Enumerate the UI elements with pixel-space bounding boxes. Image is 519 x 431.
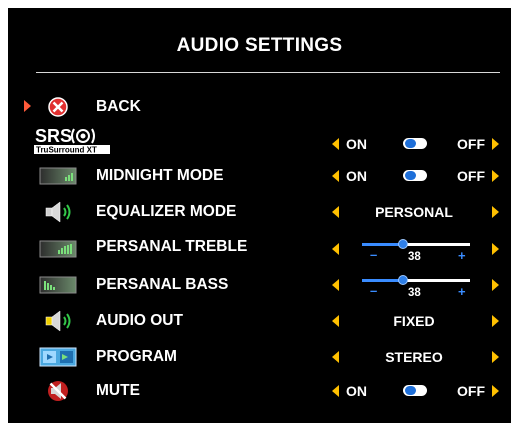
- srs-off-label: OFF: [457, 136, 485, 152]
- mute-next-arrow[interactable]: [492, 385, 499, 397]
- audio-out-next-arrow[interactable]: [492, 315, 499, 327]
- mute-on-label: ON: [346, 383, 367, 399]
- equalizer-value: PERSONAL: [375, 204, 453, 220]
- back-icon: [48, 97, 68, 117]
- back-label: BACK: [96, 98, 141, 115]
- midnight-mode-label: MIDNIGHT MODE: [96, 167, 224, 184]
- treble-icon: [39, 240, 77, 258]
- treble-plus-icon: +: [458, 248, 466, 263]
- treble-next-arrow[interactable]: [492, 243, 499, 255]
- program-next-arrow[interactable]: [492, 351, 499, 363]
- midnight-next-arrow[interactable]: [492, 170, 499, 182]
- treble-slider-thumb[interactable]: [398, 239, 408, 249]
- bass-slider-thumb[interactable]: [398, 275, 408, 285]
- menu-item-back[interactable]: BACK: [8, 92, 511, 122]
- midnight-mode-icon: [39, 167, 77, 185]
- page-title: AUDIO SETTINGS: [176, 35, 343, 56]
- srs-toggle[interactable]: [403, 138, 427, 149]
- menu-item-bass[interactable]: PERSANAL BASS – 38 +: [8, 270, 511, 300]
- program-icon: [39, 347, 77, 367]
- mute-icon: [48, 381, 68, 401]
- treble-minus-icon: –: [370, 247, 378, 262]
- menu-item-srs[interactable]: SRS TruSurround XT ON OFF: [8, 125, 511, 159]
- menu-item-midnight-mode[interactable]: MIDNIGHT MODE ON OFF: [8, 161, 511, 191]
- menu-item-equalizer-mode[interactable]: EQUALIZER MODE PERSONAL: [8, 197, 511, 227]
- treble-slider[interactable]: – 38 +: [362, 234, 484, 264]
- audio-out-value: FIXED: [393, 313, 435, 329]
- bass-slider-fill: [362, 279, 403, 282]
- audio-out-label: AUDIO OUT: [96, 312, 183, 329]
- midnight-on-label: ON: [346, 168, 367, 184]
- selection-arrow-icon: [24, 100, 31, 112]
- srs-logo: SRS TruSurround XT: [33, 125, 113, 155]
- menu-item-mute[interactable]: MUTE ON OFF: [8, 376, 511, 406]
- equalizer-next-arrow[interactable]: [492, 206, 499, 218]
- treble-prev-arrow[interactable]: [332, 243, 339, 255]
- bass-slider[interactable]: – 38 +: [362, 270, 484, 300]
- bass-plus-icon: +: [458, 284, 466, 299]
- title-divider: [36, 72, 500, 73]
- treble-slider-fill: [362, 243, 403, 246]
- srs-logo-subtext: TruSurround XT: [36, 146, 97, 155]
- bass-label: PERSANAL BASS: [96, 276, 229, 293]
- mute-toggle[interactable]: [403, 385, 427, 396]
- menu-item-audio-out[interactable]: AUDIO OUT FIXED: [8, 306, 511, 336]
- menu-item-program[interactable]: PROGRAM STEREO: [8, 342, 511, 372]
- treble-value: 38: [408, 251, 421, 263]
- midnight-prev-arrow[interactable]: [332, 170, 339, 182]
- speaker-icon: [45, 201, 71, 223]
- treble-label: PERSANAL TREBLE: [96, 238, 248, 255]
- equalizer-mode-label: EQUALIZER MODE: [96, 203, 237, 220]
- srs-on-label: ON: [346, 136, 367, 152]
- audio-settings-screen: AUDIO SETTINGS BACK SRS TruSurround XT O…: [8, 8, 511, 423]
- bass-minus-icon: –: [370, 283, 378, 298]
- mute-label: MUTE: [96, 382, 140, 399]
- menu-item-treble[interactable]: PERSANAL TREBLE – 38 +: [8, 234, 511, 264]
- mute-off-label: OFF: [457, 383, 485, 399]
- srs-next-arrow[interactable]: [492, 138, 499, 150]
- bass-icon: [39, 276, 77, 294]
- srs-prev-arrow[interactable]: [332, 138, 339, 150]
- srs-logo-text: SRS: [35, 126, 72, 146]
- midnight-toggle[interactable]: [403, 170, 427, 181]
- audio-out-icon: [45, 310, 71, 332]
- mute-prev-arrow[interactable]: [332, 385, 339, 397]
- midnight-off-label: OFF: [457, 168, 485, 184]
- program-label: PROGRAM: [96, 348, 177, 365]
- bass-prev-arrow[interactable]: [332, 279, 339, 291]
- bass-next-arrow[interactable]: [492, 279, 499, 291]
- bass-value: 38: [408, 287, 421, 299]
- program-value: STEREO: [385, 349, 443, 365]
